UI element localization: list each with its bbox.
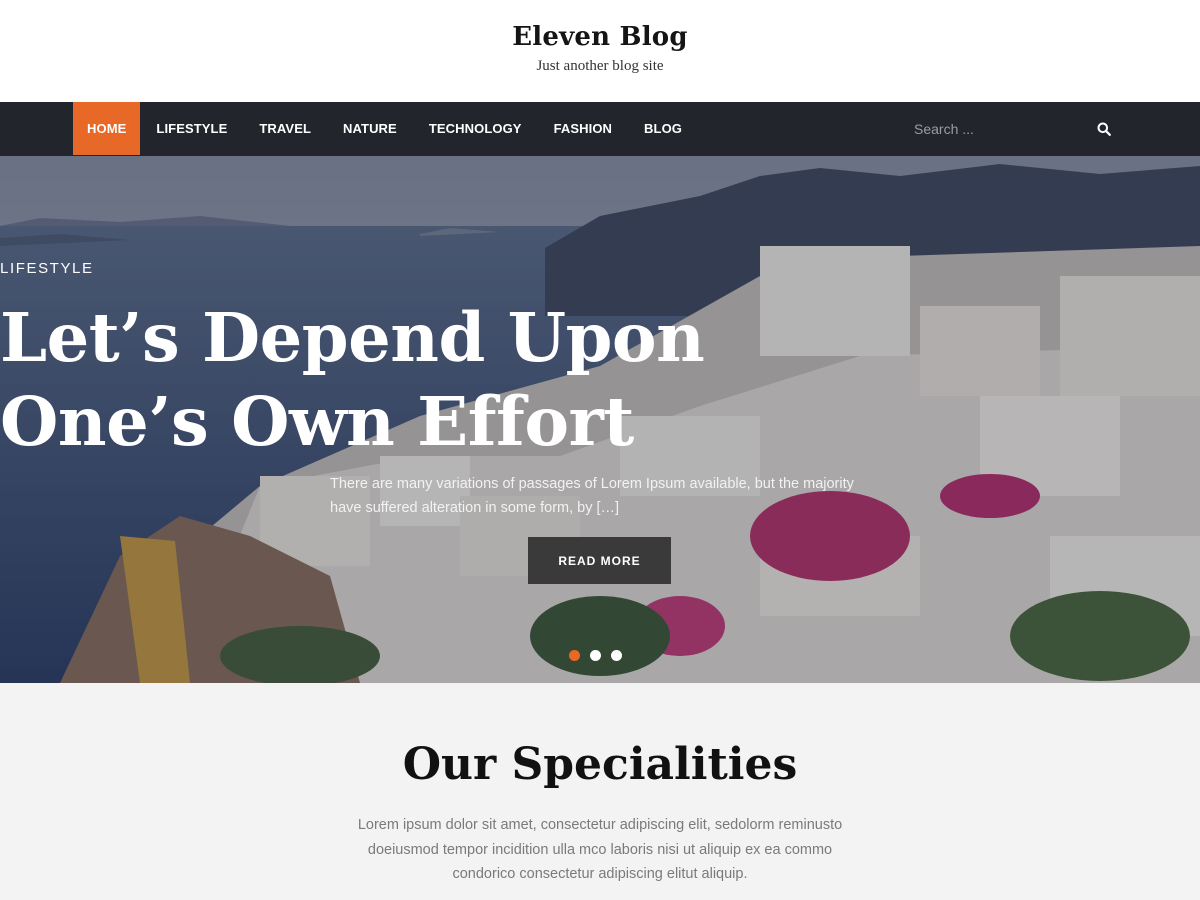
- specialities-text-line: Lorem ipsum dolor sit amet, consectetur …: [357, 817, 843, 833]
- hero-title-line: Let’s Depend Upon: [0, 298, 705, 377]
- hero-excerpt-line: There are many variations of passages of…: [330, 476, 854, 492]
- hero-excerpt: There are many variations of passages of…: [330, 472, 870, 520]
- specialities-text: Lorem ipsum dolor sit amet, consectetur …: [350, 813, 850, 887]
- search-icon[interactable]: [1094, 119, 1114, 139]
- site-title[interactable]: Eleven Blog: [0, 22, 1200, 52]
- nav-menu: Home Lifestyle Travel Nature Technology …: [73, 102, 698, 156]
- site-tagline: Just another blog site: [536, 58, 664, 74]
- read-more-button[interactable]: READ MORE: [528, 537, 671, 584]
- hero-category[interactable]: LIFESTYLE: [0, 260, 1200, 277]
- nav-item-blog[interactable]: Blog: [628, 102, 698, 155]
- search-input[interactable]: [914, 121, 1074, 137]
- hero-excerpt-line: have suffered alteration in some form, b…: [330, 500, 620, 516]
- specialities-title: Our Specialities: [402, 739, 798, 790]
- specialities-section: Our Specialities Lorem ipsum dolor sit a…: [0, 683, 1200, 900]
- specialities-text-line: doeiusmod tempor incidition ulla mco lab…: [367, 841, 833, 858]
- nav-item-technology[interactable]: Technology: [413, 102, 538, 155]
- main-nav: Home Lifestyle Travel Nature Technology …: [0, 102, 1200, 156]
- slider-dot-1[interactable]: [569, 650, 580, 661]
- nav-item-lifestyle[interactable]: Lifestyle: [140, 102, 243, 155]
- nav-item-nature[interactable]: Nature: [327, 102, 413, 155]
- search-form: [914, 102, 1114, 156]
- hero-title[interactable]: Let’s Depend Upon One’s Own Effort: [0, 296, 1200, 464]
- hero-title-line: One’s Own Effort: [0, 382, 634, 461]
- site-header: Eleven Blog Just another blog site: [0, 0, 1200, 102]
- slider-dots: [569, 650, 622, 661]
- specialities-text-line: condorico consectetur adipiscing elitut …: [452, 866, 748, 882]
- nav-item-home[interactable]: Home: [73, 102, 141, 155]
- hero-slider: LIFESTYLE Let’s Depend Upon One’s Own Ef…: [0, 156, 1200, 683]
- slider-dot-2[interactable]: [590, 650, 601, 661]
- slider-dot-3[interactable]: [611, 650, 622, 661]
- nav-item-travel[interactable]: Travel: [243, 102, 327, 155]
- nav-item-fashion[interactable]: Fashion: [538, 102, 628, 155]
